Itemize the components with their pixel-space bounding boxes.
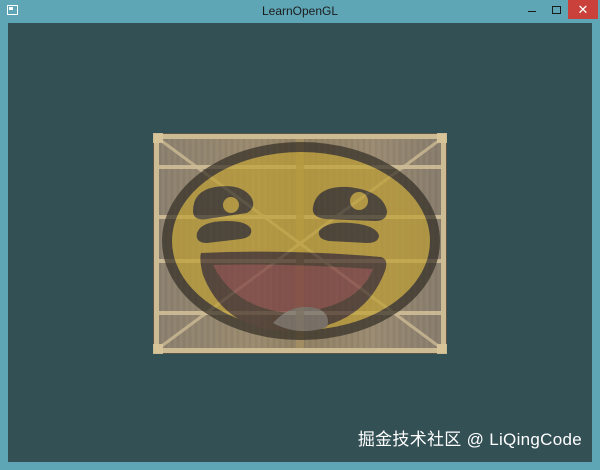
watermark: 掘金技术社区 @ LiQingCode [357,430,582,449]
app-window: LearnOpenGL ✕ 掘金技术社区 @ LiQingCode [0,0,600,470]
close-icon: ✕ [577,1,589,17]
close-button[interactable]: ✕ [568,0,598,19]
opengl-viewport[interactable]: 掘金技术社区 @ LiQingCode [8,23,592,462]
awesome-face-texture [162,142,440,340]
title-bar[interactable]: LearnOpenGL ✕ [0,0,600,23]
maximize-button[interactable] [544,0,568,19]
maximize-icon [551,5,561,14]
textured-quad [153,133,447,354]
minimize-button[interactable] [520,0,544,19]
minimize-icon [528,11,536,12]
window-title: LearnOpenGL [261,4,339,18]
